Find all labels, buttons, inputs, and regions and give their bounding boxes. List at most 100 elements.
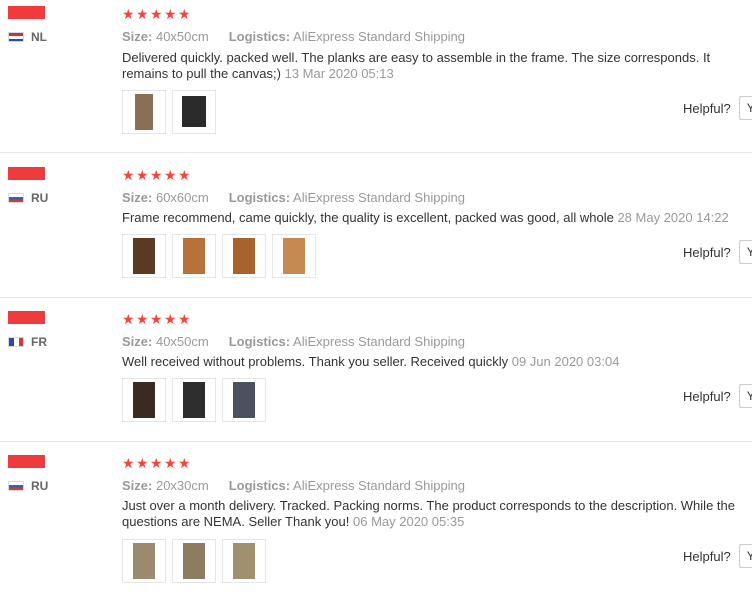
- review-date: 13 Mar 2020 05:13: [284, 66, 394, 81]
- rating-stars: ★ ★ ★ ★ ★: [122, 456, 192, 470]
- reviewer-country: FR: [8, 335, 108, 349]
- star-icon: ★: [122, 311, 135, 327]
- star-icon: ★: [178, 6, 191, 22]
- review-divider: [0, 441, 752, 442]
- review-photos: [122, 539, 272, 583]
- rating-stars: ★ ★ ★ ★ ★: [122, 312, 192, 326]
- logistics-label: Logistics:: [228, 29, 291, 44]
- review-meta: Size: 60x60cm Logistics: AliExpress Stand…: [122, 190, 465, 205]
- size-value: 40x50cm: [155, 29, 209, 44]
- size-value: 40x50cm: [155, 334, 209, 349]
- review-photo[interactable]: [122, 90, 166, 134]
- review-date: 28 May 2020 14:22: [617, 210, 729, 225]
- logistics-value: AliExpress Standard Shipping: [293, 334, 466, 349]
- reviewer-name-redacted: [8, 167, 45, 180]
- review-divider: [0, 297, 752, 298]
- helpful-yes-button[interactable]: Y: [738, 544, 752, 568]
- helpful-label: Helpful?: [683, 244, 731, 260]
- review-photo[interactable]: [222, 378, 266, 422]
- star-icon: ★: [136, 455, 149, 471]
- reviewer-name-redacted: [8, 455, 45, 468]
- review-photo[interactable]: [172, 378, 216, 422]
- reviewer-info: FR: [8, 311, 108, 349]
- size-value: 20x30cm: [155, 478, 209, 493]
- review-divider: [0, 152, 752, 153]
- star-icon: ★: [150, 311, 163, 327]
- star-icon: ★: [136, 6, 149, 22]
- helpful-yes-button[interactable]: Y: [738, 384, 752, 408]
- review-body: Well received without problems. Thank yo…: [122, 354, 509, 369]
- helpful-section: Helpful? Y: [683, 544, 752, 568]
- size-label: Size:: [122, 190, 153, 205]
- review-photos: [122, 378, 272, 422]
- star-icon: ★: [122, 6, 135, 22]
- star-icon: ★: [164, 167, 177, 183]
- size-value: 60x60cm: [155, 190, 209, 205]
- logistics-value: AliExpress Standard Shipping: [293, 29, 466, 44]
- size-label: Size:: [122, 29, 153, 44]
- star-icon: ★: [178, 311, 191, 327]
- helpful-section: Helpful? Y: [683, 240, 752, 264]
- review-text: Just over a month delivery. Tracked. Pac…: [122, 498, 752, 530]
- helpful-yes-button[interactable]: Y: [738, 240, 752, 264]
- review-body: Frame recommend, came quickly, the quali…: [122, 210, 614, 225]
- star-icon: ★: [136, 311, 149, 327]
- review-photo[interactable]: [172, 234, 216, 278]
- country-code: FR: [31, 335, 47, 349]
- logistics-value: AliExpress Standard Shipping: [293, 478, 466, 493]
- flag-fr-icon: [8, 337, 24, 347]
- size-label: Size:: [122, 334, 153, 349]
- star-icon: ★: [164, 455, 177, 471]
- star-icon: ★: [136, 167, 149, 183]
- review-meta: Size: 40x50cm Logistics: AliExpress Stand…: [122, 29, 465, 44]
- helpful-section: Helpful? Y: [683, 96, 752, 120]
- review-text: Frame recommend, came quickly, the quali…: [122, 210, 752, 226]
- reviewer-info: NL: [8, 6, 108, 44]
- logistics-value: AliExpress Standard Shipping: [293, 190, 466, 205]
- star-icon: ★: [150, 167, 163, 183]
- star-icon: ★: [150, 6, 163, 22]
- review-photo[interactable]: [122, 234, 166, 278]
- reviewer-name-redacted: [8, 6, 45, 19]
- review-photo[interactable]: [222, 234, 266, 278]
- reviewer-country: RU: [8, 191, 108, 205]
- reviewer-country: NL: [8, 30, 108, 44]
- logistics-label: Logistics:: [228, 190, 291, 205]
- review-photo[interactable]: [172, 90, 216, 134]
- helpful-label: Helpful?: [683, 388, 731, 404]
- review-text: Delivered quickly. packed well. The plan…: [122, 50, 752, 82]
- star-icon: ★: [122, 455, 135, 471]
- helpful-yes-button[interactable]: Y: [738, 96, 752, 120]
- review-photos: [122, 90, 222, 134]
- review-photo[interactable]: [172, 539, 216, 583]
- review-meta: Size: 40x50cm Logistics: AliExpress Stand…: [122, 334, 465, 349]
- logistics-label: Logistics:: [228, 334, 291, 349]
- star-icon: ★: [164, 311, 177, 327]
- size-label: Size:: [122, 478, 153, 493]
- helpful-label: Helpful?: [683, 548, 731, 564]
- review-photo[interactable]: [122, 378, 166, 422]
- review-photo[interactable]: [222, 539, 266, 583]
- flag-nl-icon: [8, 32, 24, 42]
- country-code: RU: [31, 479, 49, 493]
- logistics-label: Logistics:: [228, 478, 291, 493]
- reviewer-info: RU: [8, 455, 108, 493]
- review-date: 06 May 2020 05:35: [353, 514, 465, 529]
- helpful-label: Helpful?: [683, 100, 731, 116]
- review-photo[interactable]: [122, 539, 166, 583]
- review-meta: Size: 20x30cm Logistics: AliExpress Stand…: [122, 478, 465, 493]
- review-photo[interactable]: [272, 234, 316, 278]
- reviewer-country: RU: [8, 479, 108, 493]
- rating-stars: ★ ★ ★ ★ ★: [122, 7, 192, 21]
- country-code: RU: [31, 191, 49, 205]
- flag-ru-icon: [8, 193, 24, 203]
- country-code: NL: [31, 30, 47, 44]
- review-body: Delivered quickly. packed well. The plan…: [122, 50, 711, 81]
- star-icon: ★: [150, 455, 163, 471]
- reviewer-name-redacted: [8, 311, 45, 324]
- rating-stars: ★ ★ ★ ★ ★: [122, 168, 192, 182]
- star-icon: ★: [122, 167, 135, 183]
- flag-ru-icon: [8, 481, 24, 491]
- review-text: Well received without problems. Thank yo…: [122, 354, 752, 370]
- helpful-section: Helpful? Y: [683, 384, 752, 408]
